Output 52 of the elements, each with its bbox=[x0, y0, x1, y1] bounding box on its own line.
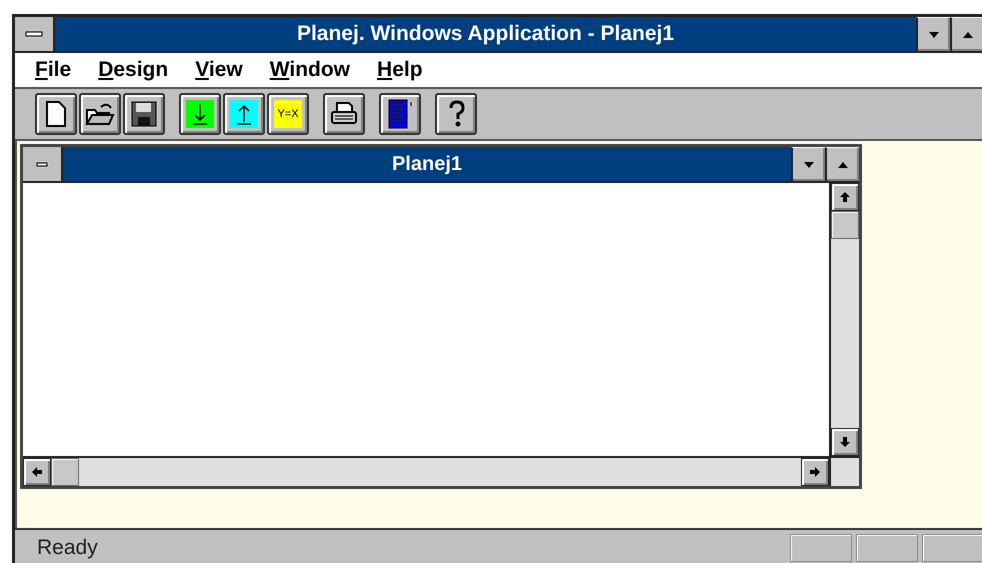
toolbar-button[interactable] bbox=[323, 93, 365, 135]
caret-down-icon bbox=[803, 160, 815, 168]
folder-icon bbox=[85, 102, 115, 126]
arrow-left-icon bbox=[31, 466, 43, 478]
caret-down-icon bbox=[928, 30, 940, 38]
vertical-scrollbar[interactable] bbox=[829, 183, 859, 456]
menu-item[interactable]: Window bbox=[270, 58, 350, 82]
menu-item[interactable]: View bbox=[195, 58, 243, 82]
toolbar-button[interactable] bbox=[79, 93, 121, 135]
document-icon bbox=[45, 100, 67, 128]
system-menu-button[interactable] bbox=[23, 147, 63, 181]
scroll-left-button[interactable] bbox=[23, 458, 51, 486]
arrow-up-icon bbox=[236, 102, 252, 126]
minimize-button[interactable] bbox=[791, 147, 825, 181]
caret-up-icon bbox=[837, 160, 849, 168]
status-text: Ready bbox=[37, 536, 99, 560]
scroll-down-button[interactable] bbox=[831, 428, 859, 456]
report-icon bbox=[386, 99, 414, 129]
maximize-button[interactable] bbox=[825, 147, 859, 181]
maximize-button[interactable] bbox=[950, 17, 982, 51]
window-title: Planej. Windows Application - Planej1 bbox=[296, 21, 676, 47]
menu-item[interactable]: File bbox=[35, 58, 72, 82]
arrow-down-icon bbox=[192, 102, 208, 126]
scroll-up-button[interactable] bbox=[831, 183, 859, 211]
toolbar-button[interactable] bbox=[35, 93, 77, 135]
scroll-thumb[interactable] bbox=[51, 458, 79, 486]
minus-icon bbox=[36, 162, 48, 166]
minimize-button[interactable] bbox=[916, 17, 950, 51]
toolbar-button[interactable] bbox=[123, 93, 165, 135]
status-pane bbox=[922, 534, 982, 562]
toolbar-button[interactable] bbox=[179, 93, 221, 135]
menu-item[interactable]: Help bbox=[377, 58, 423, 82]
toolbar-button[interactable] bbox=[223, 93, 265, 135]
horizontal-scrollbar[interactable] bbox=[23, 456, 829, 486]
minus-icon bbox=[25, 31, 43, 37]
scrollbar-corner bbox=[829, 456, 859, 486]
status-pane bbox=[790, 534, 852, 562]
toolbar-button[interactable] bbox=[379, 93, 421, 135]
status-pane bbox=[856, 534, 918, 562]
arrow-down-icon bbox=[839, 436, 851, 448]
printer-icon bbox=[330, 101, 358, 127]
system-menu-button[interactable] bbox=[15, 17, 55, 51]
arrow-up-icon bbox=[839, 191, 851, 203]
help-icon bbox=[447, 100, 465, 128]
scroll-thumb[interactable] bbox=[831, 211, 859, 239]
caret-up-icon bbox=[962, 30, 974, 38]
scroll-right-button[interactable] bbox=[801, 458, 829, 486]
toolbar-button[interactable] bbox=[435, 93, 477, 135]
menu-item[interactable]: Design bbox=[98, 58, 168, 82]
toolbar-button[interactable]: Y=X bbox=[267, 93, 309, 135]
child-window-title: Planej1 bbox=[390, 152, 464, 176]
arrow-right-icon bbox=[809, 466, 821, 478]
